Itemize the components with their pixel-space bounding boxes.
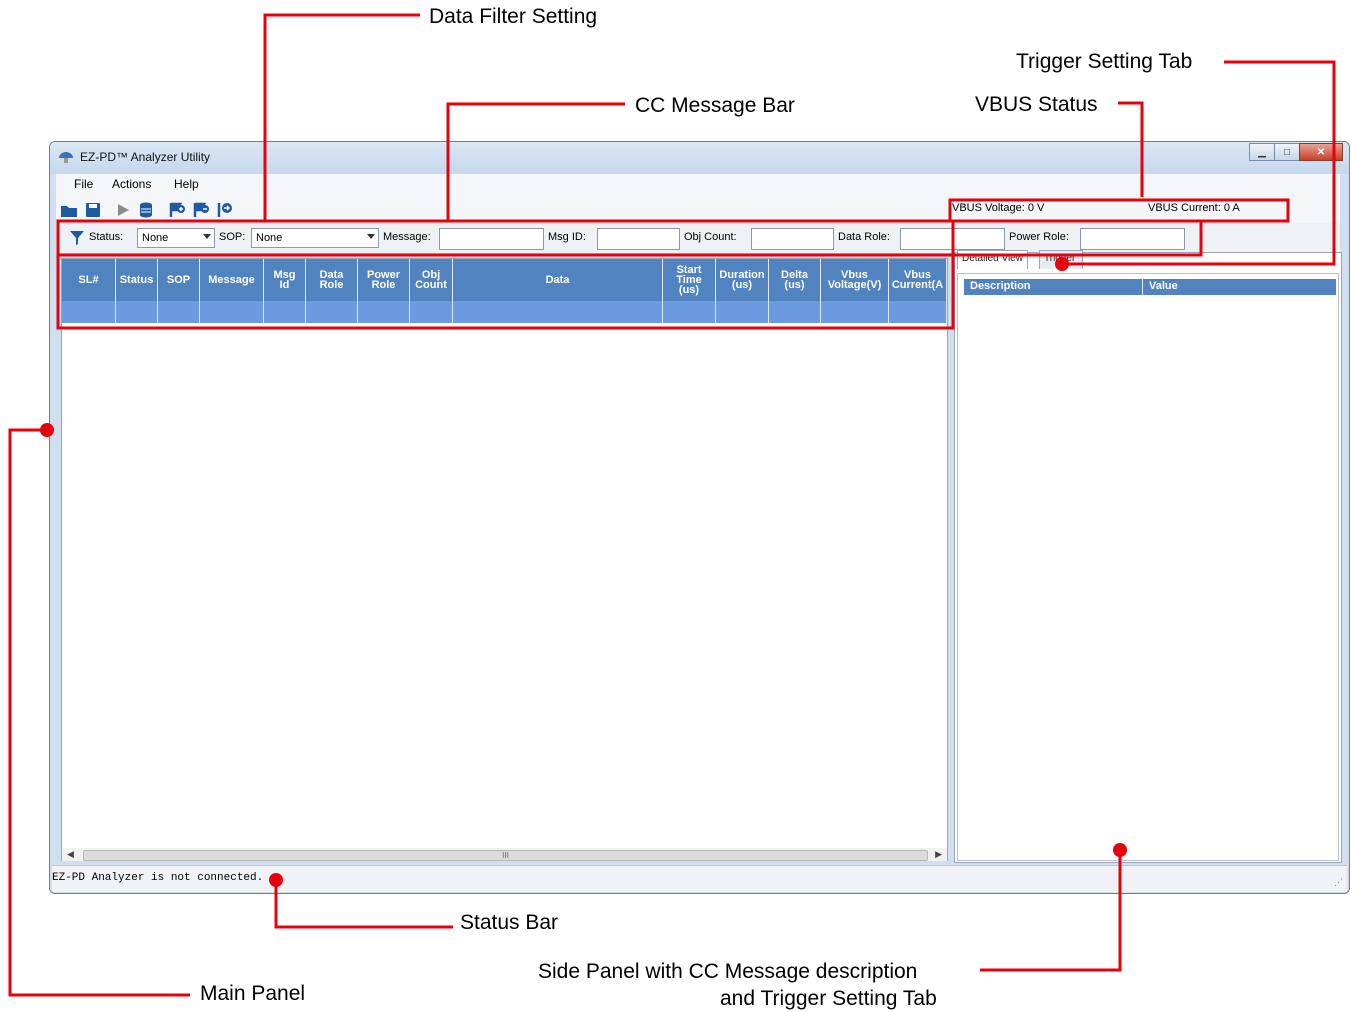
open-folder-icon[interactable] xyxy=(60,201,78,219)
column-header-datarole[interactable]: Data Role xyxy=(306,259,358,301)
callout-status-bar: Status Bar xyxy=(460,911,559,934)
vbus-current-value: 0 A xyxy=(1223,202,1240,214)
powerrole-filter-label: Power Role: xyxy=(1009,231,1069,243)
table-row-cell[interactable] xyxy=(306,301,358,323)
column-header-vbus-voltage[interactable]: Vbus Voltage(V) xyxy=(821,259,889,301)
column-divider xyxy=(1142,279,1143,295)
detail-table-header: Description Value xyxy=(964,279,1336,295)
menu-file[interactable]: File xyxy=(74,177,93,191)
sop-filter-select[interactable]: None xyxy=(251,228,379,248)
table-row-cell[interactable] xyxy=(358,301,410,323)
msgid-filter-label: Msg ID: xyxy=(548,231,586,243)
status-bar: EZ-PD Analyzer is not connected. ⋰ xyxy=(52,865,1347,892)
grid-header: SL# Status SOP Message Msg Id Data Role … xyxy=(62,259,949,301)
app-icon xyxy=(59,152,73,163)
vbus-voltage: VBUS Voltage: 0 V xyxy=(952,202,1044,214)
objcount-filter-input[interactable] xyxy=(751,228,834,250)
status-filter-select[interactable]: None xyxy=(137,228,215,248)
table-row-cell[interactable] xyxy=(663,301,716,323)
resize-grip-icon[interactable]: ⋰ xyxy=(1334,877,1343,888)
message-filter-input[interactable] xyxy=(439,228,544,250)
column-header-duration[interactable]: Duration (us) xyxy=(716,259,769,301)
column-header-vbus-current[interactable]: Vbus Current(A xyxy=(889,259,947,301)
app-window: EZ-PD™ Analyzer Utility ▁ □ ✕ File Actio… xyxy=(49,141,1350,894)
filter-icon[interactable] xyxy=(70,230,84,245)
callout-vbus-status: VBUS Status xyxy=(975,93,1098,116)
table-row-cell[interactable] xyxy=(200,301,264,323)
database-icon[interactable] xyxy=(138,201,156,219)
window-title: EZ-PD™ Analyzer Utility xyxy=(80,150,211,164)
status-filter-value: None xyxy=(142,232,169,244)
close-icon[interactable]: ✕ xyxy=(1299,143,1343,161)
column-header-objcount[interactable]: Obj Count xyxy=(410,259,453,301)
remove-trigger-icon[interactable] xyxy=(192,201,210,219)
chevron-down-icon xyxy=(367,234,375,239)
menu-actions[interactable]: Actions xyxy=(112,177,151,191)
datarole-filter-input[interactable] xyxy=(900,228,1005,250)
scroll-left-icon[interactable]: ◀ xyxy=(67,849,74,860)
vbus-voltage-label: VBUS Voltage: xyxy=(952,202,1025,214)
column-header-start-time[interactable]: Start Time (us) xyxy=(663,259,716,301)
tab-trigger[interactable]: Trigger xyxy=(1039,250,1083,269)
column-header-delta[interactable]: Delta (us) xyxy=(769,259,821,301)
window-controls: ▁ □ ✕ xyxy=(1249,143,1343,161)
status-text: EZ-PD Analyzer is not connected. xyxy=(52,872,264,884)
menu-help[interactable]: Help xyxy=(174,177,199,191)
toolbar: VBUS Voltage: 0 V VBUS Current: 0 A xyxy=(56,196,1340,223)
msgid-filter-input[interactable] xyxy=(597,228,680,250)
horizontal-scrollbar[interactable]: ◀ III ▶ xyxy=(62,848,947,861)
minimize-icon[interactable]: ▁ xyxy=(1249,143,1275,161)
vbus-voltage-value: 0 V xyxy=(1027,202,1045,214)
column-header-data[interactable]: Data xyxy=(453,259,663,301)
tab-detailed-view[interactable]: Detailed View xyxy=(957,250,1028,269)
status-filter-label: Status: xyxy=(89,231,124,243)
callout-cc-message-bar: CC Message Bar xyxy=(635,94,795,117)
table-row-cell[interactable] xyxy=(821,301,889,323)
callout-main-panel: Main Panel xyxy=(200,982,306,1005)
menu-bar: File Actions Help xyxy=(56,174,1340,196)
filter-bar: Status: None SOP: None Message: Msg ID: … xyxy=(56,223,1340,253)
scrollbar-thumb[interactable]: III xyxy=(83,850,928,861)
table-row-cell[interactable] xyxy=(410,301,453,323)
message-filter-label: Message: xyxy=(383,231,431,243)
table-row-cell[interactable] xyxy=(116,301,158,323)
play-icon[interactable] xyxy=(114,201,132,219)
column-header-msgid[interactable]: Msg Id xyxy=(264,259,306,301)
datarole-filter-label: Data Role: xyxy=(838,231,890,243)
table-row-cell[interactable] xyxy=(158,301,200,323)
export-icon[interactable] xyxy=(216,201,234,219)
column-header-description: Description xyxy=(970,280,1031,292)
save-icon[interactable] xyxy=(84,201,102,219)
column-header-powerrole[interactable]: Power Role xyxy=(358,259,410,301)
side-panel: Detailed View Trigger Description Value xyxy=(954,250,1342,863)
vbus-current-label: VBUS Current: xyxy=(1148,202,1221,214)
table-row-cell[interactable] xyxy=(453,301,663,323)
maximize-icon[interactable]: □ xyxy=(1274,143,1300,161)
table-row-cell[interactable] xyxy=(264,301,306,323)
title-bar: EZ-PD™ Analyzer Utility ▁ □ ✕ xyxy=(50,142,1349,174)
table-row-cell[interactable] xyxy=(889,301,947,323)
column-header-sop[interactable]: SOP xyxy=(158,259,200,301)
callout-trigger-tab: Trigger Setting Tab xyxy=(1016,50,1193,73)
column-header-message[interactable]: Message xyxy=(200,259,264,301)
powerrole-filter-input[interactable] xyxy=(1080,228,1185,250)
main-panel-grid[interactable]: SL# Status SOP Message Msg Id Data Role … xyxy=(61,258,948,861)
table-row-cell[interactable] xyxy=(716,301,769,323)
column-header-status[interactable]: Status xyxy=(116,259,158,301)
scroll-right-icon[interactable]: ▶ xyxy=(935,849,942,860)
column-header-value: Value xyxy=(1149,280,1178,292)
objcount-filter-label: Obj Count: xyxy=(684,231,737,243)
callout-side-panel-line2: and Trigger Setting Tab xyxy=(720,987,937,1010)
vbus-current: VBUS Current: 0 A xyxy=(1148,202,1240,214)
table-row-cell[interactable] xyxy=(62,301,116,323)
detailed-view-body: Description Value xyxy=(957,273,1339,861)
add-trigger-icon[interactable] xyxy=(168,201,186,219)
callout-side-panel-line1: Side Panel with CC Message description xyxy=(538,960,918,983)
table-row-cell[interactable] xyxy=(769,301,821,323)
callout-data-filter: Data Filter Setting xyxy=(429,5,598,28)
chevron-down-icon xyxy=(203,234,211,239)
column-header-sl[interactable]: SL# xyxy=(62,259,116,301)
sop-filter-value: None xyxy=(256,232,283,244)
sop-filter-label: SOP: xyxy=(219,231,246,243)
